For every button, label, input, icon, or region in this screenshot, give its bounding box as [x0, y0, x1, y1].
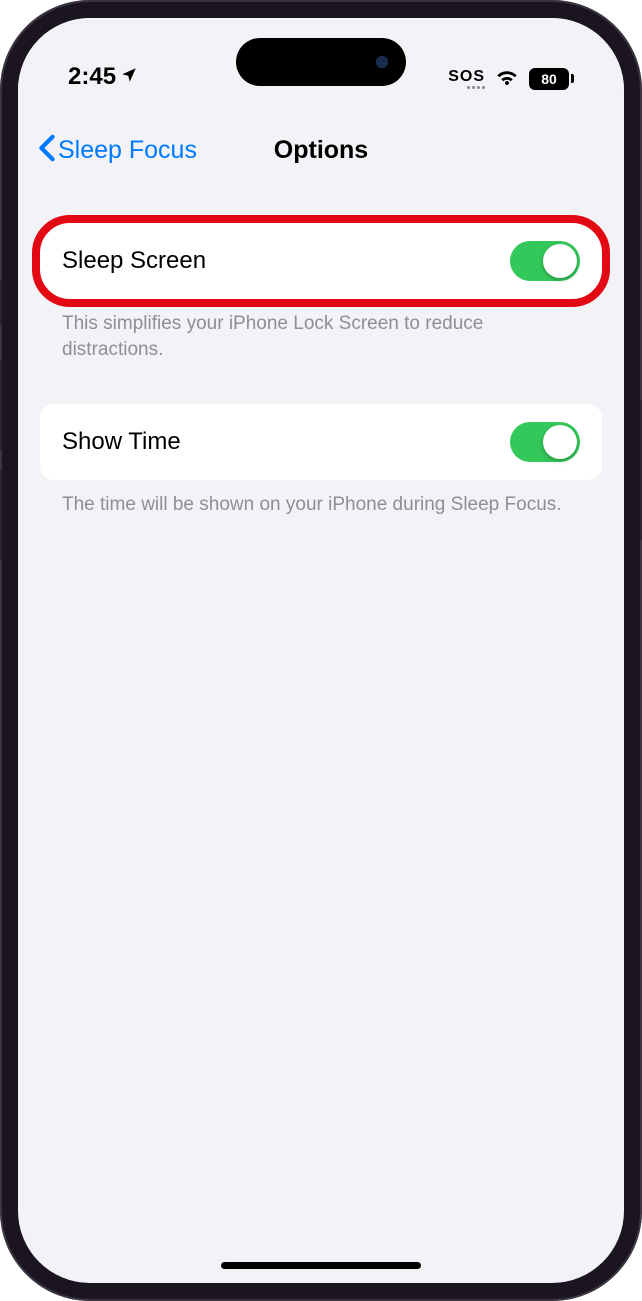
sleep-screen-toggle[interactable] — [510, 241, 580, 281]
toggle-knob — [543, 425, 577, 459]
sos-indicator: SOS — [448, 68, 485, 86]
cellular-dots-icon — [467, 86, 485, 89]
front-camera — [376, 56, 388, 68]
iphone-device-frame: 2:45 SOS 80 — [0, 0, 642, 1301]
settings-content: Sleep Screen This simplifies your iPhone… — [18, 183, 624, 518]
battery-indicator: 80 — [529, 68, 574, 90]
volume-down-button — [0, 470, 2, 560]
back-button[interactable]: Sleep Focus — [38, 134, 197, 167]
show-time-label: Show Time — [62, 428, 181, 456]
status-time: 2:45 — [68, 63, 116, 91]
sleep-screen-row[interactable]: Sleep Screen — [40, 223, 602, 299]
sleep-screen-label: Sleep Screen — [62, 247, 206, 275]
back-label: Sleep Focus — [58, 136, 197, 165]
battery-percentage: 80 — [541, 71, 557, 87]
silent-switch — [0, 280, 2, 325]
show-time-row[interactable]: Show Time — [40, 404, 602, 480]
home-indicator[interactable] — [221, 1262, 421, 1269]
page-title: Options — [274, 136, 368, 165]
show-time-toggle[interactable] — [510, 422, 580, 462]
dynamic-island — [236, 38, 406, 86]
toggle-knob — [543, 244, 577, 278]
screen: 2:45 SOS 80 — [18, 18, 624, 1283]
location-arrow-icon — [120, 63, 138, 91]
show-time-footer: The time will be shown on your iPhone du… — [40, 480, 602, 518]
chevron-left-icon — [38, 134, 56, 167]
volume-up-button — [0, 360, 2, 450]
sleep-screen-footer: This simplifies your iPhone Lock Screen … — [40, 299, 602, 362]
wifi-icon — [495, 66, 519, 91]
